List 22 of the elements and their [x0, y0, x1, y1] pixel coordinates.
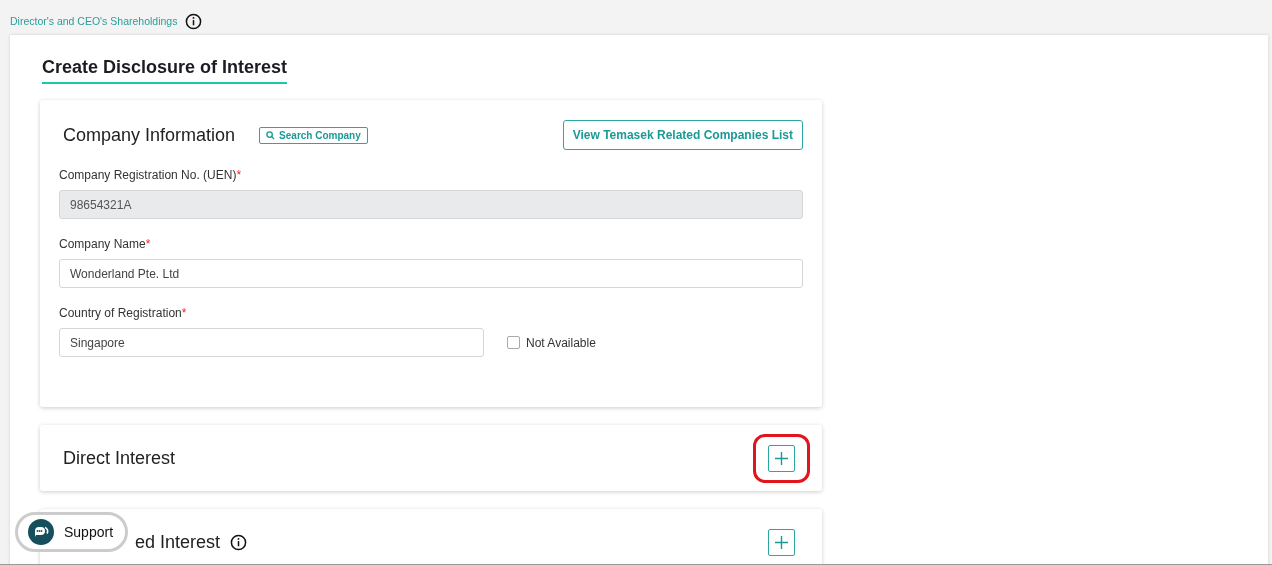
section-title: Direct Interest	[63, 447, 176, 469]
section-title: Company Information	[63, 124, 236, 146]
field-label: Country of Registration*	[59, 306, 187, 320]
support-button[interactable]: Support	[15, 512, 129, 552]
field-label: Company Registration No. (UEN)*	[59, 168, 242, 182]
text-field[interactable]: Singapore	[59, 328, 484, 357]
add-button[interactable]	[768, 444, 795, 472]
add-button[interactable]	[768, 528, 795, 556]
companies-list-button[interactable]: View Temasek Related Companies List	[562, 120, 803, 150]
plus-icon	[775, 451, 788, 465]
info-icon[interactable]	[185, 12, 203, 30]
field-label: Company Name*	[59, 237, 151, 251]
search-icon	[266, 130, 276, 140]
section-title: ed Interest	[135, 531, 221, 553]
checkbox-label: Not Available	[526, 335, 596, 350]
search-company-button[interactable]: Search Company	[259, 126, 368, 144]
page-title: Create Disclosure of Interest	[42, 57, 288, 84]
chat-icon	[28, 519, 54, 545]
text-field[interactable]: Wonderland Pte. Ltd	[59, 259, 803, 288]
info-icon[interactable]	[230, 533, 248, 551]
checkbox[interactable]	[507, 336, 520, 349]
plus-icon	[775, 535, 788, 549]
